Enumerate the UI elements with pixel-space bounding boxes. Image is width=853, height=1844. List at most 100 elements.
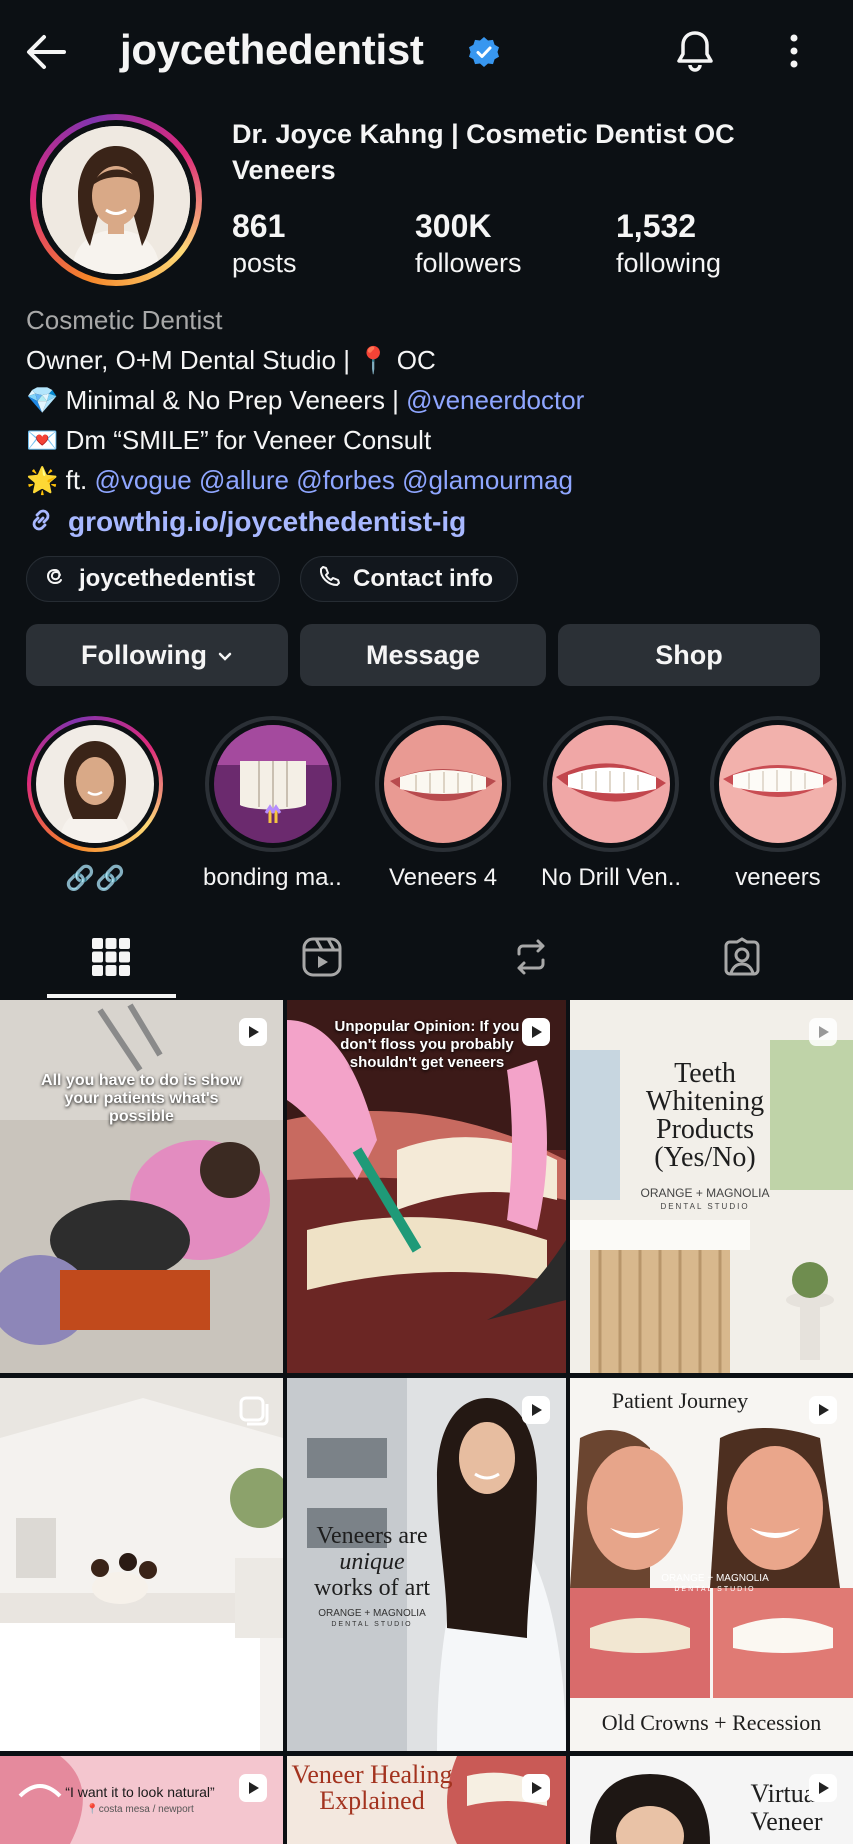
verified-badge-icon	[468, 36, 500, 68]
grid-post[interactable]: Teeth Whitening Products (Yes/No) ORANGE…	[570, 1000, 853, 1373]
link-icon	[26, 505, 56, 540]
shop-button[interactable]: Shop	[558, 624, 820, 686]
post-title: Teeth Whitening Products (Yes/No)	[645, 1058, 765, 1173]
reel-icon	[520, 1016, 552, 1048]
post-title-line: works of art	[314, 1575, 430, 1601]
active-tab-indicator	[47, 994, 176, 998]
grid-post[interactable]: Veneer Healing Explained	[287, 1756, 566, 1844]
brand-sublabel: DENTAL STUDIO	[674, 1586, 756, 1593]
bio-line: 💌 Dm “SMILE” for Veneer Consult	[26, 425, 432, 455]
brand-label: ORANGE + MAGNOLIA	[640, 1186, 770, 1200]
profile-bio: Cosmetic Dentist Owner, O+M Dental Studi…	[26, 300, 826, 500]
followers-count: 300K	[415, 208, 492, 244]
reel-icon	[807, 1394, 839, 1426]
threads-label: joycethedentist	[79, 565, 256, 592]
post-caption: “I want it to look natural”	[65, 1784, 215, 1800]
reel-icon	[237, 1016, 269, 1048]
chevron-down-icon	[217, 640, 233, 671]
followers-label: followers	[415, 248, 522, 278]
reels-tab-icon[interactable]	[292, 932, 352, 982]
reel-icon	[237, 1772, 269, 1804]
mention-link[interactable]: @glamourmag	[402, 465, 573, 495]
grid-post[interactable]	[0, 1378, 283, 1751]
external-link[interactable]: growthig.io/joycethedentist-ig	[26, 502, 466, 542]
more-options-icon[interactable]	[776, 26, 812, 76]
brand-sublabel: DENTAL STUDIO	[660, 1202, 750, 1211]
reposts-tab-icon[interactable]	[501, 932, 561, 982]
highlight-label: Veneers 4	[388, 864, 498, 891]
following-stat[interactable]: 1,532 following	[616, 206, 721, 280]
brand-sublabel: DENTAL STUDIO	[331, 1621, 413, 1628]
message-button-label: Message	[365, 639, 481, 670]
grid-post[interactable]: Virtual Veneer	[570, 1756, 853, 1844]
highlight-cover	[719, 725, 837, 843]
following-label: following	[616, 248, 722, 278]
profile-username[interactable]: joycethedentist	[120, 26, 424, 74]
grid-post[interactable]: Veneers are unique works of art ORANGE +…	[287, 1378, 566, 1751]
reel-icon	[520, 1772, 552, 1804]
contact-info-button[interactable]: Contact info	[300, 556, 518, 602]
posts-label: posts	[232, 248, 297, 278]
notifications-bell-icon[interactable]	[670, 26, 720, 76]
posts-count: 861	[232, 208, 286, 244]
highlight-cover	[384, 725, 502, 843]
posts-stat[interactable]: 861 posts	[232, 206, 297, 280]
grid-post[interactable]: All you have to do is show your patients…	[0, 1000, 283, 1373]
mention-link[interactable]: @veneerdoctor	[406, 385, 584, 415]
posts-grid: All you have to do is show your patients…	[0, 1000, 853, 1844]
post-caption: Unpopular Opinion: If you don't floss yo…	[334, 1018, 520, 1071]
phone-icon	[317, 564, 341, 595]
reel-icon	[807, 1016, 839, 1048]
post-title-line: unique	[339, 1549, 405, 1575]
reel-icon	[520, 1394, 552, 1426]
following-count: 1,532	[616, 208, 697, 244]
highlight-cover	[214, 725, 332, 843]
post-title-line: Veneers are	[316, 1523, 428, 1549]
bio-line: Owner, O+M Dental Studio | 📍 OC	[26, 345, 436, 375]
bio-line: 💎 Minimal & No Prep Veneers | @veneerdoc…	[26, 385, 585, 415]
followers-stat[interactable]: 300K followers	[415, 206, 522, 280]
post-title: Veneer Healing Explained	[291, 1760, 453, 1815]
threads-icon	[43, 564, 67, 595]
tagged-tab-icon[interactable]	[712, 932, 772, 982]
grid-post[interactable]: “I want it to look natural” 📍costa mesa …	[0, 1756, 283, 1844]
post-title: Patient Journey	[611, 1388, 749, 1413]
highlight-item[interactable]: 🔗🔗	[25, 716, 165, 893]
highlight-label: 🔗🔗	[65, 865, 125, 892]
profile-tabs	[0, 920, 853, 1000]
post-caption: All you have to do is show your patients…	[41, 1072, 242, 1125]
following-button-label: Following	[81, 639, 207, 670]
highlight-item[interactable]: veneers	[708, 716, 848, 892]
top-bar: joycethedentist	[0, 0, 853, 104]
highlight-label: bonding ma...	[203, 864, 343, 891]
profile-avatar[interactable]	[30, 114, 202, 286]
message-button[interactable]: Message	[300, 624, 546, 686]
mention-link[interactable]: @allure	[199, 465, 289, 495]
following-button[interactable]: Following	[26, 624, 288, 686]
highlight-item[interactable]: bonding ma...	[203, 716, 343, 892]
reel-icon	[807, 1772, 839, 1804]
mention-link[interactable]: @vogue	[95, 465, 192, 495]
highlight-cover	[36, 725, 154, 843]
highlight-label: No Drill Ven...	[541, 864, 681, 891]
grid-post[interactable]: Patient Journey ORANGE + MAGNOLIA DENTAL…	[570, 1378, 853, 1751]
profile-display-name: Dr. Joyce Kahng | Cosmetic Dentist OC Ve…	[232, 119, 735, 185]
grid-post[interactable]: Unpopular Opinion: If you don't floss yo…	[287, 1000, 566, 1373]
post-location: 📍costa mesa / newport	[86, 1804, 194, 1815]
brand-label: ORANGE + MAGNOLIA	[318, 1608, 426, 1619]
profile-category: Cosmetic Dentist	[26, 305, 223, 335]
external-link-text[interactable]: growthig.io/joycethedentist-ig	[68, 506, 466, 538]
highlight-item[interactable]: No Drill Ven...	[541, 716, 681, 892]
highlight-label: veneers	[735, 864, 821, 891]
contact-info-label: Contact info	[353, 565, 493, 592]
mention-link[interactable]: @forbes	[296, 465, 395, 495]
highlight-cover	[552, 725, 670, 843]
highlight-item[interactable]: Veneers 4	[373, 716, 513, 892]
carousel-icon	[237, 1394, 269, 1426]
post-subtitle: Old Crowns + Recession	[601, 1710, 822, 1735]
back-arrow-icon[interactable]	[22, 28, 70, 76]
bio-line: 🌟 ft. @vogue @allure @forbes @glamourmag	[26, 465, 573, 495]
threads-profile-button[interactable]: joycethedentist	[26, 556, 280, 602]
grid-tab-icon[interactable]	[81, 932, 141, 982]
brand-label: ORANGE + MAGNOLIA	[661, 1573, 769, 1584]
